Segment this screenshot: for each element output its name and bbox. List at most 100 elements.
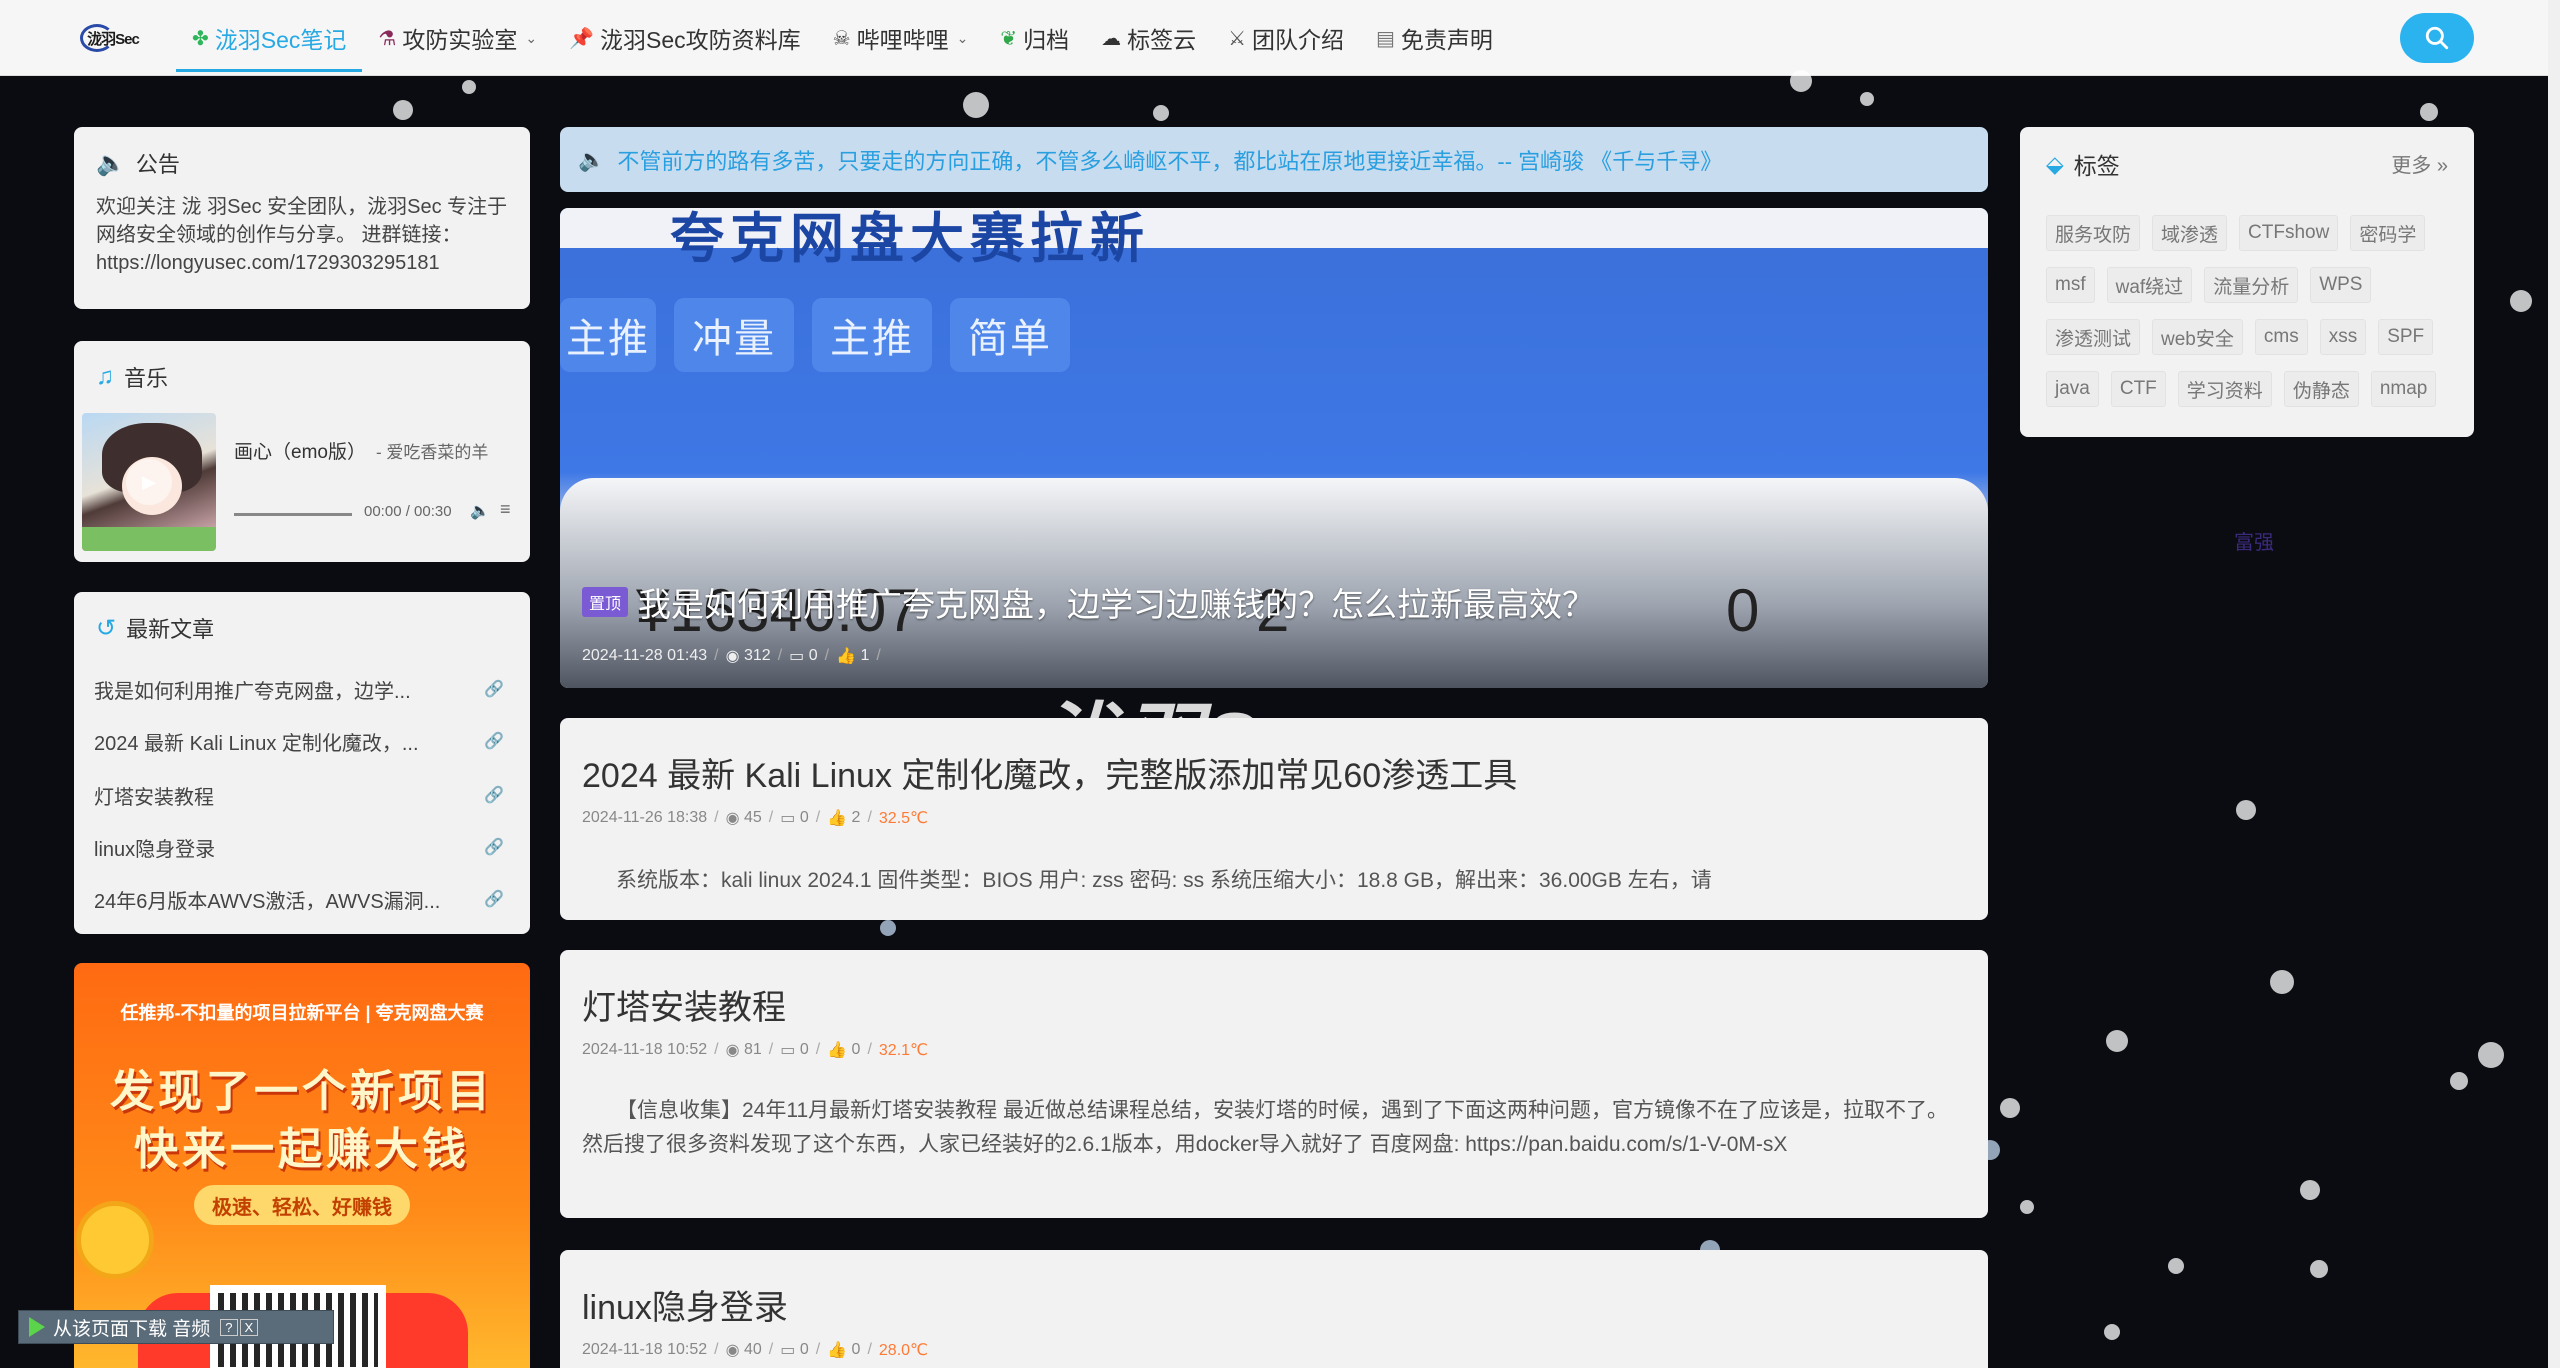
featured-post[interactable]: 夸克网盘大赛拉新 主推 冲量 主推 简单 ¥16340.07 2 0 置顶 我是… (560, 208, 1988, 688)
post-excerpt: 系统版本：kali linux 2024.1 固件类型：BIOS 用户: zss… (616, 869, 1712, 892)
tag-item[interactable]: 密码学 (2350, 215, 2426, 251)
link-icon: 🔗 (484, 733, 504, 750)
song-title: 画心（emo版） - 爱吃香菜的羊 (234, 442, 489, 463)
snowflake (2168, 1258, 2184, 1274)
post-title[interactable]: linux隐身登录 (582, 1280, 788, 1329)
tag-item[interactable]: waf绕过 (2106, 267, 2193, 303)
tag-item[interactable]: web安全 (2152, 319, 2243, 355)
comment-icon: ▭ (789, 648, 809, 665)
volume-icon[interactable]: 🔈 (470, 501, 490, 521)
tag-item[interactable]: 域渗透 (2152, 215, 2228, 251)
comment-icon: ▭ (780, 810, 800, 827)
music-title: 音乐 (124, 366, 169, 391)
play-icon[interactable]: ▶ (126, 459, 172, 505)
more-tags-link[interactable]: 更多 » (2391, 149, 2448, 178)
temperature: 32.1℃ (878, 1042, 929, 1059)
page-scrollbar[interactable] (2548, 0, 2560, 1368)
link-icon: 🔗 (484, 839, 504, 856)
chevron-down-icon: ⌄ (956, 29, 969, 46)
document-icon: ▤ (1376, 27, 1395, 50)
snowflake (2450, 1072, 2468, 1090)
nav-item-disclaimer[interactable]: ▤ 免责声明 (1360, 0, 1509, 76)
tag-item[interactable]: CTF (2110, 371, 2166, 407)
snowflake (2236, 800, 2256, 820)
tag-item[interactable]: WPS (2310, 267, 2372, 303)
search-icon (2425, 26, 2449, 50)
snowflake (2000, 1098, 2020, 1118)
post-meta: 2024-11-28 01:43/ ◉ 312/ ▭ 0/ 👍 1/ (582, 647, 881, 665)
chevron-down-icon: ⌄ (525, 29, 538, 46)
snowflake (462, 80, 476, 94)
post-card[interactable]: 灯塔安装教程 2024-11-18 10:52/ ◉ 81/ ▭ 0/ 👍 0/… (560, 950, 1988, 1218)
nav-item-library[interactable]: 📌 泷羽Sec攻防资料库 (553, 0, 817, 76)
post-card[interactable]: 2024 最新 Kali Linux 定制化魔改，完整版添加常见60渗透工具 2… (560, 718, 1988, 920)
featured-title[interactable]: 我是如何利用推广夸克网盘，边学习边赚钱的？怎么拉新最高效？ (638, 578, 1595, 626)
post-excerpt: 【信息收集】24年11月最新灯塔安装教程 最近做总结课程总结，安装灯塔的时候，遇… (582, 1099, 1948, 1156)
tag-item[interactable]: msf (2046, 267, 2095, 303)
nav-item-bilibili[interactable]: ☠ 哔哩哔哩 ⌄ (817, 0, 985, 76)
snowflake (1860, 92, 1874, 106)
snowflake (393, 100, 413, 120)
nav-item-archive[interactable]: ❦ 归档 (984, 0, 1085, 76)
tag-item[interactable]: xss (2319, 319, 2367, 355)
close-button[interactable]: X (239, 1318, 259, 1336)
nav-item-team[interactable]: ⚔ 团队介绍 (1212, 0, 1360, 76)
album-cover[interactable]: ▶ (82, 413, 216, 551)
tag-icon: ⬙ (2046, 150, 2064, 177)
post-meta: 2024-11-18 10:52/ ◉ 81/ ▭ 0/ 👍 0/ 32.1℃ (582, 1041, 929, 1059)
help-button[interactable]: ? (220, 1318, 238, 1336)
tag-item[interactable]: nmap (2370, 371, 2437, 407)
link-icon: 🔗 (484, 891, 504, 908)
progress-bar[interactable] (234, 513, 352, 516)
playlist-icon[interactable]: ≡ (500, 499, 511, 520)
site-logo[interactable]: 泷羽Sec (80, 22, 146, 54)
tag-item[interactable]: cms (2254, 319, 2308, 355)
time-display: 00:00 / 00:30 (364, 503, 452, 520)
post-title[interactable]: 灯塔安装教程 (582, 980, 786, 1029)
snowflake (2300, 1180, 2320, 1200)
ad-banner[interactable]: 任推邦-不扣量的项目拉新平台 | 夸克网盘大赛 发现了一个新项目 快来一起赚大钱… (74, 963, 530, 1368)
eye-icon: ◉ (725, 810, 744, 827)
tag-item[interactable]: CTFshow (2239, 215, 2339, 251)
group-link[interactable]: https://longyusec.com/1729303295181 (96, 252, 440, 274)
tag-item[interactable]: 服务攻防 (2046, 215, 2141, 251)
skull-icon: ☠ (832, 27, 851, 50)
post-title[interactable]: 2024 最新 Kali Linux 定制化魔改，完整版添加常见60渗透工具 (582, 748, 1517, 797)
thumb-icon: 👍 (836, 648, 861, 665)
snowflake (963, 92, 989, 118)
recent-post-item[interactable]: 我是如何利用推广夸克网盘，边学... 🔗 (94, 672, 504, 706)
eye-icon: ◉ (725, 1342, 744, 1359)
link-icon: 🔗 (484, 787, 504, 804)
nav-item-notes[interactable]: ✤ 泷羽Sec笔记 (176, 0, 363, 76)
recent-post-item[interactable]: linux隐身登录 🔗 (94, 830, 504, 864)
notice-card: 🔈 公告 欢迎关注 泷 羽Sec 安全团队，泷羽Sec 专注于网络安全领域的创作与… (74, 127, 530, 309)
recent-post-item[interactable]: 24年6月版本AWVS激活，AWVS漏洞... 🔗 (94, 882, 504, 916)
tag-item[interactable]: 学习资料 (2177, 371, 2272, 407)
sword-icon: ⚔ (1228, 27, 1246, 50)
tag-item[interactable]: java (2046, 371, 2099, 407)
post-card[interactable]: linux隐身登录 2024-11-18 10:52/ ◉ 40/ ▭ 0/ 👍… (560, 1250, 1988, 1368)
recent-post-item[interactable]: 灯塔安装教程 🔗 (94, 778, 504, 812)
temperature: 32.5℃ (878, 810, 929, 827)
top-navbar: 泷羽Sec ✤ 泷羽Sec笔记 ⚗ 攻防实验室 ⌄ 📌 泷羽Sec攻防资料库 ☠ 哔哩哔哩… (0, 0, 2560, 76)
snowflake (2310, 1260, 2328, 1278)
song-artist: - 爱吃香菜的羊 (375, 443, 489, 462)
recent-post-item[interactable]: 2024 最新 Kali Linux 定制化魔改，... 🔗 (94, 724, 504, 758)
tag-item[interactable]: 流量分析 (2204, 267, 2299, 303)
snowflake (2270, 970, 2294, 994)
tag-item[interactable]: 伪静态 (2283, 371, 2359, 407)
tag-item[interactable]: 渗透测试 (2046, 319, 2141, 355)
history-icon: ↺ (96, 614, 117, 642)
download-audio-bar[interactable]: 从该页面下载 音频 ? X (18, 1310, 334, 1344)
floating-word: 富强 (2234, 532, 2274, 554)
thumb-icon: 👍 (827, 810, 852, 827)
search-button[interactable] (2400, 13, 2474, 63)
nav-item-tagcloud[interactable]: ☁ 标签云 (1085, 0, 1212, 76)
pin-icon: 📌 (569, 27, 594, 50)
snowflake (1153, 105, 1169, 121)
post-meta: 2024-11-26 18:38/ ◉ 45/ ▭ 0/ 👍 2/ 32.5℃ (582, 809, 929, 827)
snowflake (880, 920, 896, 936)
music-note-icon: ♫ (96, 363, 114, 390)
tag-item[interactable]: SPF (2378, 319, 2434, 355)
nav-item-lab[interactable]: ⚗ 攻防实验室 ⌄ (362, 0, 553, 76)
